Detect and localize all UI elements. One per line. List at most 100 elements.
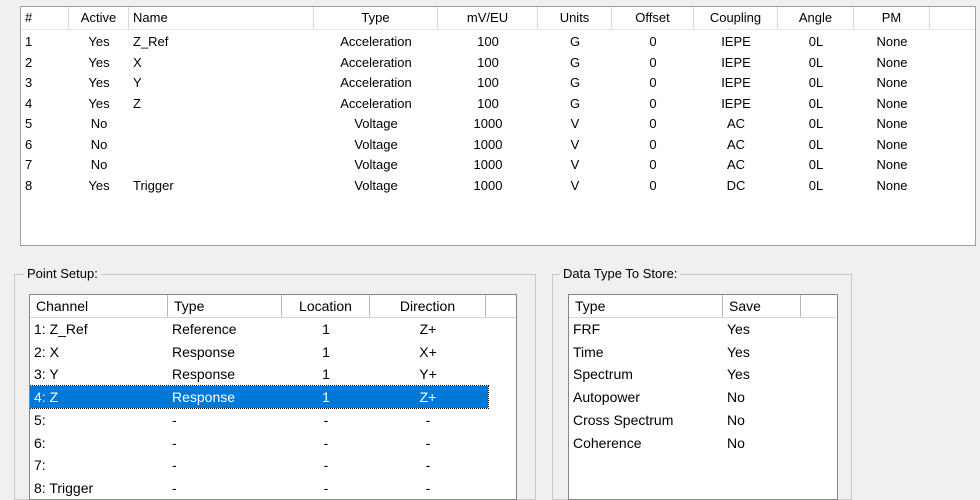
col-header-offset[interactable]: Offset (612, 7, 694, 29)
cell-data-type: Autopower (573, 389, 640, 406)
cell-coupling: AC (726, 136, 746, 152)
list-item[interactable]: 7: - - - (30, 454, 488, 476)
list-item[interactable]: Spectrum Yes (569, 363, 837, 385)
cell-units: G (569, 54, 581, 70)
list-item[interactable]: 5: - - - (30, 409, 488, 431)
table-row[interactable]: 7 No Voltage 1000 V 0 AC 0L None (21, 154, 975, 175)
list-item[interactable]: Autopower No (569, 386, 837, 408)
col-header-coupling[interactable]: Coupling (694, 7, 778, 29)
list-item[interactable]: 2: X Response 1 X+ (30, 341, 488, 363)
data-type-label: Data Type To Store: (560, 266, 681, 282)
list-item[interactable]: 8: Trigger - - - (30, 477, 488, 499)
list-item[interactable]: FRF Yes (569, 318, 837, 340)
cell-point-type: Response (172, 343, 236, 360)
cell-mv-eu: 1000 (473, 116, 503, 131)
cell-save: No (727, 411, 745, 428)
cell-units: V (570, 177, 580, 193)
cell-save: No (727, 389, 745, 406)
list-item[interactable]: Time Yes (569, 341, 837, 363)
cell-channel: 4: Z (34, 389, 59, 406)
col-header-save[interactable]: Save (723, 295, 801, 317)
cell-units: V (570, 116, 580, 131)
cell-point-type: Response (172, 389, 236, 406)
cell-data-type: Spectrum (573, 366, 633, 383)
point-setup-list[interactable]: Channel Type Location Direction 1: Z_Ref… (29, 294, 517, 500)
cell-number: 5 (25, 116, 33, 131)
data-type-list[interactable]: Type Save FRF Yes Time Yes Spectrum Yes Autopo… (568, 294, 838, 500)
col-header-mv-eu[interactable]: mV/EU (438, 7, 538, 29)
table-row[interactable]: 5 No Voltage 1000 V 0 AC 0L None (21, 113, 975, 134)
point-setup-header: Channel Type Location Direction (30, 295, 516, 318)
table-row[interactable]: 4 Yes Z Acceleration 100 G 0 IEPE 0L None (21, 93, 975, 114)
cell-offset: 0 (649, 34, 657, 49)
list-item[interactable]: Cross Spectrum No (569, 409, 837, 431)
cell-name: X (133, 54, 142, 70)
cell-coupling: IEPE (721, 95, 751, 111)
cell-number: 8 (25, 177, 33, 193)
cell-coupling: AC (726, 157, 746, 172)
cell-units: G (569, 75, 581, 90)
table-row[interactable]: 1 Yes Z_Ref Acceleration 100 G 0 IEPE 0L None (21, 31, 975, 52)
cell-location: - (323, 434, 329, 451)
cell-direction: - (425, 434, 431, 451)
cell-offset: 0 (649, 157, 657, 172)
col-header-number[interactable]: # (21, 7, 69, 29)
col-header-name[interactable]: Name (129, 7, 314, 29)
cell-save: Yes (727, 366, 750, 383)
list-item[interactable]: 4: Z Response 1 Z+ (30, 385, 489, 410)
cell-units: G (569, 95, 581, 111)
cell-pm: None (876, 95, 908, 111)
col-header-active[interactable]: Active (69, 7, 129, 29)
cell-type: Voltage (354, 177, 398, 193)
cell-active: Yes (88, 75, 110, 90)
cell-location: 1 (322, 321, 330, 337)
col-header-point-type[interactable]: Type (168, 295, 282, 317)
cell-point-type: - (172, 411, 177, 428)
list-item[interactable]: 1: Z_Ref Reference 1 Z+ (30, 318, 488, 340)
cell-offset: 0 (649, 95, 657, 111)
cell-data-type: Time (573, 343, 604, 360)
col-header-angle[interactable]: Angle (778, 7, 854, 29)
col-header-direction[interactable]: Direction (370, 295, 486, 317)
col-header-pm[interactable]: PM (854, 7, 930, 29)
cell-point-type: Reference (172, 321, 237, 337)
list-item[interactable]: 6: - - - (30, 432, 488, 454)
cell-pm: None (876, 116, 908, 131)
cell-direction: Z+ (419, 389, 437, 406)
table-row[interactable]: 8 Yes Trigger Voltage 1000 V 0 DC 0L None (21, 175, 975, 196)
cell-type: Acceleration (340, 95, 412, 111)
cell-active: Yes (88, 177, 110, 193)
cell-name: Trigger (133, 177, 174, 193)
cell-pm: None (876, 75, 908, 90)
cell-location: 1 (322, 389, 330, 406)
col-header-location[interactable]: Location (282, 295, 370, 317)
col-header-data-type[interactable]: Type (569, 295, 723, 317)
cell-angle: 0L (808, 177, 824, 193)
cell-offset: 0 (649, 177, 657, 193)
col-header-units[interactable]: Units (538, 7, 612, 29)
table-row[interactable]: 6 No Voltage 1000 V 0 AC 0L None (21, 134, 975, 155)
channel-table[interactable]: # Active Name Type mV/EU Units Offset Co… (20, 6, 976, 246)
table-row[interactable]: 3 Yes Y Acceleration 100 G 0 IEPE 0L None (21, 72, 975, 93)
cell-direction: Y+ (419, 366, 437, 383)
list-item[interactable]: Coherence No (569, 432, 837, 454)
cell-location: - (323, 457, 329, 474)
list-item[interactable]: 3: Y Response 1 Y+ (30, 363, 488, 385)
cell-number: 2 (25, 54, 33, 70)
cell-channel: 8: Trigger (34, 479, 94, 496)
cell-mv-eu: 1000 (473, 136, 503, 152)
col-header-channel[interactable]: Channel (30, 295, 168, 317)
cell-angle: 0L (808, 34, 824, 49)
col-header-type[interactable]: Type (314, 7, 438, 29)
cell-units: G (569, 34, 581, 49)
cell-active: No (90, 136, 108, 152)
cell-active: Yes (88, 54, 110, 70)
cell-angle: 0L (808, 136, 824, 152)
cell-channel: 6: (34, 434, 46, 451)
cell-direction: X+ (419, 343, 437, 360)
cell-pm: None (876, 157, 908, 172)
cell-offset: 0 (649, 116, 657, 131)
cell-units: V (570, 157, 580, 172)
table-row[interactable]: 2 Yes X Acceleration 100 G 0 IEPE 0L None (21, 52, 975, 73)
cell-type: Voltage (354, 116, 398, 131)
